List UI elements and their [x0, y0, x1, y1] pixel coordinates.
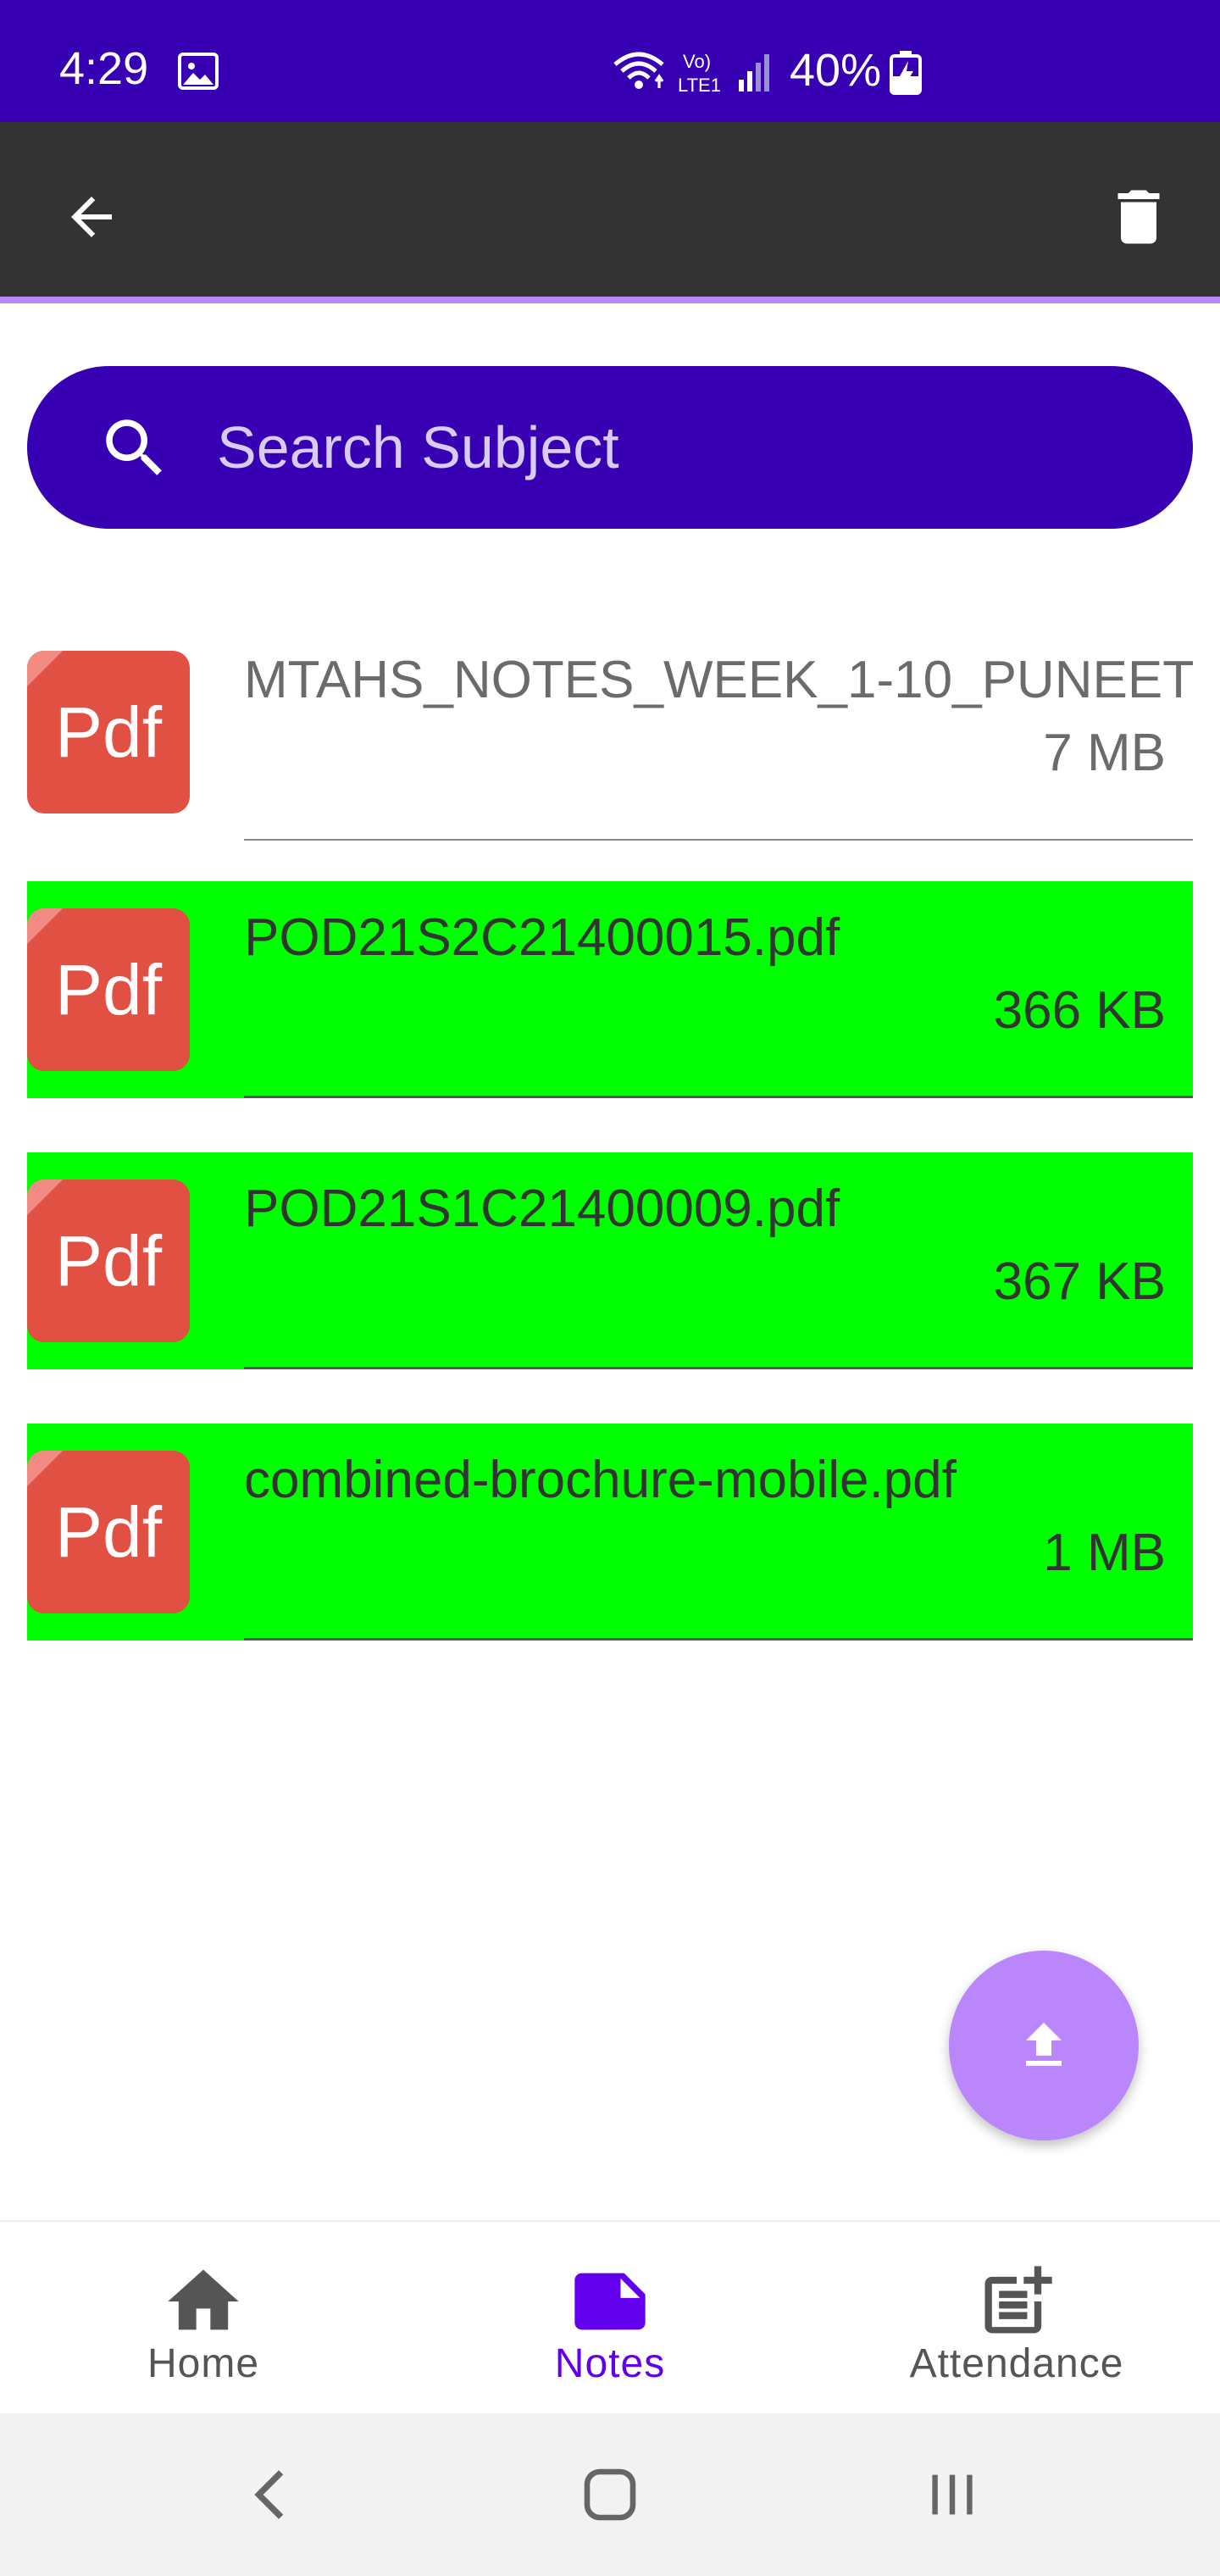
- file-list-item[interactable]: Pdf POD21S2C21400015.pdf 366 KB: [27, 881, 1193, 1098]
- arrow-back-icon: [71, 197, 112, 237]
- toolbar: [0, 122, 1220, 303]
- nav-label-notes: Notes: [554, 2341, 666, 2386]
- trash-icon: [1117, 190, 1160, 244]
- signal-icon: [739, 54, 769, 92]
- home-icon: [168, 2269, 239, 2330]
- nav-item-attendance[interactable]: Attendance: [813, 2222, 1220, 2415]
- home-square-icon: [584, 2468, 636, 2521]
- search-bar[interactable]: [27, 366, 1193, 529]
- pdf-file-icon: Pdf: [27, 908, 190, 1071]
- volte-icon: Vo) LTE1: [678, 51, 721, 96]
- status-time: 4:29: [59, 43, 149, 94]
- bottom-navigation: Home Notes Attendance: [0, 2220, 1220, 2413]
- file-name: POD21S2C21400015.pdf: [244, 908, 840, 967]
- upload-icon: [1026, 2023, 1062, 2066]
- status-bar: 4:29 Vo) LTE1 40%: [0, 0, 1220, 122]
- nav-label-home: Home: [147, 2341, 260, 2386]
- pdf-icon-label: Pdf: [54, 691, 163, 772]
- system-recents-button[interactable]: [910, 2452, 995, 2537]
- file-name: POD21S1C21400009.pdf: [244, 1180, 840, 1238]
- pdf-file-icon: Pdf: [27, 1451, 190, 1613]
- system-home-button[interactable]: [568, 2452, 652, 2537]
- divider: [244, 1096, 1193, 1098]
- file-name: combined-brochure-mobile.pdf: [244, 1451, 957, 1509]
- attendance-icon: [984, 2266, 1052, 2334]
- file-name: MTAHS_NOTES_WEEK_1-10_PUNEET.pdf: [244, 651, 1193, 709]
- search-icon: [106, 419, 162, 475]
- system-back-button[interactable]: [229, 2452, 313, 2537]
- svg-text:Vo): Vo): [683, 51, 711, 72]
- nav-item-notes[interactable]: Notes: [407, 2222, 813, 2415]
- gallery-icon: [178, 53, 219, 90]
- svg-text:LTE1: LTE1: [678, 75, 721, 96]
- pdf-icon-label: Pdf: [54, 949, 163, 1030]
- system-navigation-bar: [0, 2413, 1220, 2576]
- nav-item-home[interactable]: Home: [0, 2222, 407, 2415]
- chevron-left-icon: [254, 2470, 284, 2519]
- file-size: 366 KB: [993, 981, 1166, 1040]
- divider: [244, 1367, 1193, 1369]
- note-icon: [574, 2273, 646, 2330]
- file-size: 1 MB: [1043, 1524, 1166, 1582]
- file-size: 367 KB: [993, 1252, 1166, 1311]
- battery-charging-icon: [890, 51, 922, 95]
- file-size: 7 MB: [1043, 724, 1166, 782]
- back-button[interactable]: [51, 176, 132, 258]
- wifi-icon: [613, 52, 664, 89]
- battery-percent: 40%: [790, 45, 882, 96]
- file-list-item[interactable]: Pdf combined-brochure-mobile.pdf 1 MB: [27, 1424, 1193, 1641]
- file-list-item[interactable]: Pdf MTAHS_NOTES_WEEK_1-10_PUNEET.pdf 7 M…: [27, 624, 1193, 841]
- pdf-file-icon: Pdf: [27, 651, 190, 813]
- pdf-icon-label: Pdf: [54, 1220, 163, 1301]
- recents-icon: [932, 2474, 973, 2515]
- delete-button[interactable]: [1098, 176, 1179, 258]
- nav-label-attendance: Attendance: [909, 2341, 1124, 2386]
- file-list-item[interactable]: Pdf POD21S1C21400009.pdf 367 KB: [27, 1152, 1193, 1369]
- search-input[interactable]: [217, 405, 1149, 490]
- divider: [244, 1638, 1193, 1641]
- divider: [244, 839, 1193, 841]
- pdf-icon-label: Pdf: [54, 1491, 163, 1572]
- upload-button[interactable]: [949, 1951, 1139, 2140]
- pdf-file-icon: Pdf: [27, 1180, 190, 1342]
